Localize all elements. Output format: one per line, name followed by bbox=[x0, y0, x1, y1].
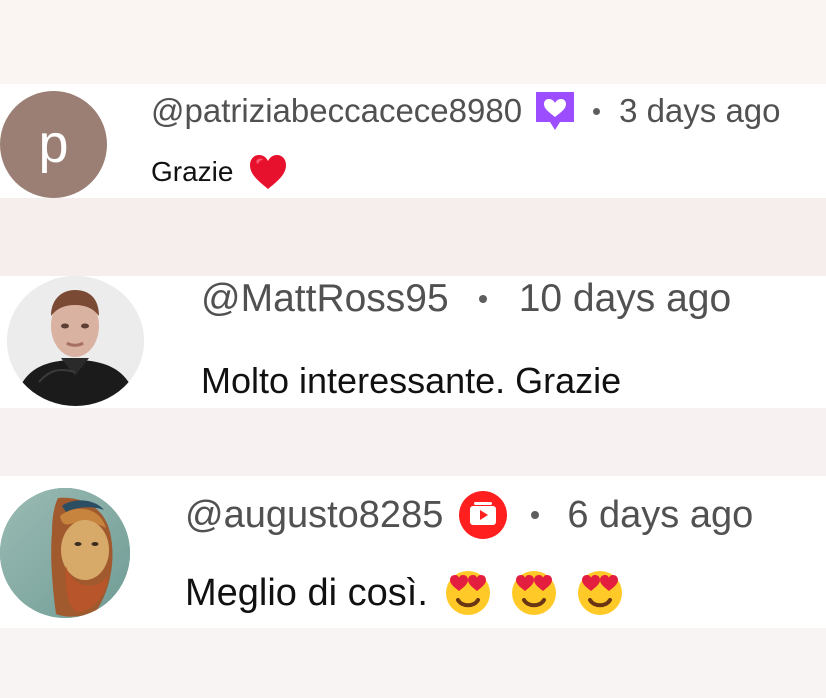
comment-meta: @augusto8285 6 days ago bbox=[185, 491, 754, 539]
avatar-painting-graphic bbox=[0, 488, 130, 618]
comment-text: Meglio di così. bbox=[185, 571, 428, 614]
background-band bbox=[0, 628, 826, 698]
separator-dot bbox=[593, 107, 601, 115]
red-heart-icon bbox=[247, 152, 289, 192]
background-band bbox=[0, 0, 826, 84]
comment-username[interactable]: @MattRoss95 bbox=[201, 277, 449, 321]
heart-chat-badge-icon-graphic bbox=[536, 92, 575, 130]
comment-item: @MattRoss95 10 days ago Molto interessan… bbox=[0, 276, 826, 408]
background-band bbox=[0, 408, 826, 476]
heart-eyes-emoji-icon bbox=[574, 567, 626, 619]
comment-meta: @MattRoss95 10 days ago bbox=[201, 276, 731, 322]
comment-username[interactable]: @patriziabeccacece8980 bbox=[151, 92, 522, 130]
avatar-photo-graphic bbox=[7, 276, 144, 406]
comment-text-row: Meglio di così. bbox=[185, 568, 626, 618]
heart-eyes-emoji-icon bbox=[508, 567, 560, 619]
avatar[interactable] bbox=[7, 276, 144, 406]
heart-eyes-emoji-icon-graphic bbox=[511, 571, 556, 615]
background-band bbox=[0, 198, 826, 276]
heart-eyes-emoji-icon-graphic bbox=[445, 571, 490, 615]
separator-dot bbox=[531, 511, 540, 519]
membership-badge-icon-graphic bbox=[459, 491, 508, 539]
comment-timestamp: 6 days ago bbox=[567, 493, 754, 536]
comment-item: @augusto8285 6 days ago Meglio di così. bbox=[0, 476, 826, 628]
heart-chat-badge-icon bbox=[532, 88, 578, 134]
separator-dot bbox=[478, 295, 487, 303]
avatar[interactable] bbox=[0, 488, 130, 618]
avatar-letter: p bbox=[38, 114, 69, 174]
heart-eyes-emoji-icon-graphic bbox=[577, 571, 622, 615]
membership-badge-icon bbox=[457, 489, 509, 541]
comment-timestamp: 10 days ago bbox=[518, 277, 732, 320]
comment-meta: @patriziabeccacece8980 3 days ago bbox=[151, 89, 781, 133]
comment-text: Grazie bbox=[151, 156, 234, 187]
avatar[interactable]: p bbox=[0, 91, 107, 198]
comment-timestamp: 3 days ago bbox=[619, 92, 781, 129]
comment-text: Molto interessante. Grazie bbox=[201, 360, 622, 401]
comment-item: p @patriziabeccacece8980 3 days ago Graz… bbox=[0, 84, 826, 198]
comment-text-row: Molto interessante. Grazie bbox=[201, 358, 621, 404]
comment-username[interactable]: @augusto8285 bbox=[185, 494, 443, 537]
red-heart-icon-graphic bbox=[250, 155, 287, 189]
comment-text-row: Grazie bbox=[151, 150, 289, 194]
heart-eyes-emoji-icon bbox=[442, 567, 494, 619]
